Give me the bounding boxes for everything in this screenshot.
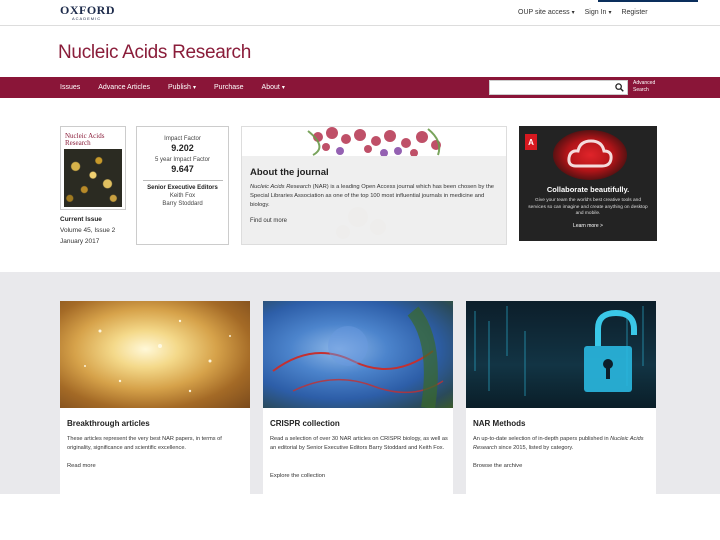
current-issue-info[interactable]: Current Issue Volume 45, Issue 2 January… [60, 214, 115, 247]
crispr-image [263, 301, 453, 408]
oup-site-access-link[interactable]: OUP site access ▾ [518, 9, 575, 16]
adobe-logo-letter: A [528, 137, 534, 147]
card-text-before: These articles represent the very best N… [67, 436, 222, 451]
about-text-panel: About the journal Nucleic Acids Research… [242, 156, 506, 244]
current-issue-label: Current Issue [60, 216, 102, 223]
adobe-logo-icon: A [525, 134, 537, 150]
find-out-more-link[interactable]: Find out more [250, 218, 287, 224]
journal-name-italic: Nucleic Acids Research [250, 184, 311, 190]
sign-in-label: Sign In [584, 9, 607, 16]
register-link[interactable]: Register [621, 9, 647, 16]
nav-item-label: Purchase [213, 84, 244, 91]
featured-card-nar-methods[interactable]: NAR Methods An up-to-date selection of i… [466, 301, 656, 494]
search-button[interactable] [611, 80, 627, 95]
nav-item-advance-articles[interactable]: Advance Articles [98, 84, 150, 91]
card-description: An up-to-date selection of in-depth pape… [473, 435, 651, 453]
nar-methods-image [466, 301, 656, 408]
journal-cover-image[interactable]: Nucleic Acids Research [60, 126, 126, 210]
metrics-divider [142, 180, 223, 181]
top-accent-strip [598, 0, 698, 2]
ad-body-text: Give your team the world's best creative… [528, 198, 648, 216]
nav-item-purchase[interactable]: Purchase [214, 84, 244, 91]
logo-main-text: OXFORD [60, 3, 115, 17]
nav-item-label: Publish [167, 84, 191, 91]
oup-site-access-label: OUP site access [518, 9, 570, 16]
light-burst-artwork [84, 319, 231, 393]
editor-name: Barry Stoddard [162, 201, 203, 207]
advanced-search-line2: Search [633, 87, 649, 93]
impact-factor-value: 9.202 [171, 143, 194, 153]
card-description: These articles represent the very best N… [67, 435, 245, 453]
adobe-advertisement[interactable]: A Collaborate beautifully. Give your tea… [519, 126, 657, 241]
advanced-search-line1: Advanced [633, 80, 656, 86]
nav-item-publish[interactable]: Publish ▾ [168, 84, 196, 91]
five-year-impact-label: 5 year Impact Factor [154, 157, 211, 163]
read-more-link[interactable]: Read more [67, 463, 96, 469]
card-text-before: Read a selection of over 30 NAR articles… [270, 436, 448, 451]
cover-title: Nucleic Acids Research [65, 133, 121, 147]
five-year-impact-value: 9.647 [171, 164, 194, 174]
breakthrough-image [60, 301, 250, 408]
card-text-before: An up-to-date selection of in-depth pape… [473, 436, 611, 442]
card-title: NAR Methods [473, 419, 526, 428]
browse-archive-link[interactable]: Browse the archive [473, 463, 522, 469]
about-journal-text: Nucleic Acids Research (NAR) is a leadin… [250, 183, 505, 210]
about-journal-title: About the journal [250, 167, 329, 178]
journal-title[interactable]: Nucleic Acids Research [58, 42, 251, 64]
register-label: Register [621, 9, 648, 16]
creative-cloud-icon [567, 139, 613, 168]
current-issue-volume: Volume 45, Issue 2 [60, 227, 116, 234]
editors-title: Senior Executive Editors [147, 185, 218, 191]
top-utility-bar: OXFORD ACADEMIC OUP site access ▾ Sign In… [0, 0, 720, 26]
explore-collection-link[interactable]: Explore the collection [270, 473, 325, 479]
impact-factor-label: Impact Factor [164, 136, 201, 142]
utility-links: OUP site access ▾ Sign In ▾ Register [518, 9, 648, 16]
advanced-search-link[interactable]: Advanced Search [633, 80, 673, 94]
about-journal-panel: About the journal Nucleic Acids Research… [241, 126, 507, 245]
chevron-down-icon: ▾ [192, 85, 196, 91]
featured-card-breakthrough[interactable]: Breakthrough articles These articles rep… [60, 301, 250, 494]
journal-metrics-box: Impact Factor 9.202 5 year Impact Factor… [136, 126, 229, 245]
nav-item-issues[interactable]: Issues [60, 84, 80, 91]
oxford-academic-logo[interactable]: OXFORD ACADEMIC [60, 4, 116, 21]
card-title: Breakthrough articles [67, 419, 150, 428]
chevron-down-icon: ▾ [281, 85, 285, 91]
cover-title-line2: Research [65, 139, 91, 147]
nav-item-label: Advance Articles [98, 84, 150, 91]
ad-learn-more-link[interactable]: Learn more > [519, 223, 657, 229]
nav-item-about[interactable]: About ▾ [262, 84, 285, 91]
featured-card-crispr[interactable]: CRISPR collection Read a selection of ov… [263, 301, 453, 494]
chevron-down-icon: ▾ [608, 10, 612, 16]
search-input[interactable] [489, 80, 628, 95]
card-text-after: since 2015, listed by category. [496, 445, 574, 451]
current-issue-date: January 2017 [60, 238, 100, 245]
nav-item-label: Issues [60, 84, 81, 91]
chevron-down-icon: ▾ [571, 10, 575, 16]
card-description: Read a selection of over 30 NAR articles… [270, 435, 448, 453]
digital-lock-artwork [474, 306, 644, 396]
search-icon [614, 83, 624, 92]
ad-headline: Collaborate beautifully. [546, 185, 630, 194]
editor-name: Keith Fox [169, 193, 196, 199]
nav-item-label: About [261, 84, 280, 91]
cover-artwork [64, 149, 122, 207]
card-title: CRISPR collection [270, 419, 340, 428]
cell-microscopy-artwork [272, 306, 444, 408]
nav-items: Issues Advance Articles Publish ▾ Purchas… [60, 84, 285, 91]
sign-in-link[interactable]: Sign In ▾ [585, 9, 612, 16]
